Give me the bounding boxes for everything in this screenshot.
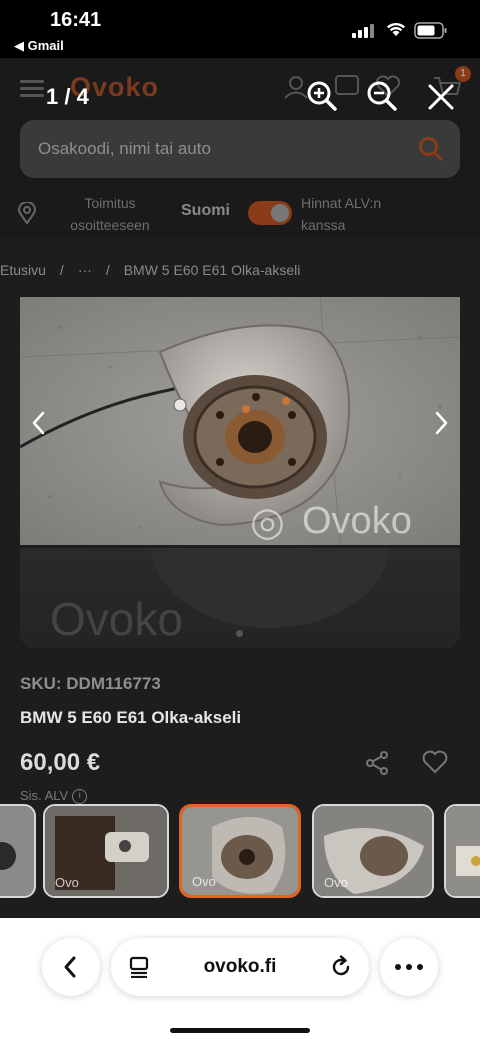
breadcrumb-current: BMW 5 E60 E61 Olka-akseli <box>123 262 301 278</box>
thumbnail[interactable] <box>0 804 36 898</box>
battery-icon <box>414 22 447 39</box>
carousel-dot <box>236 630 243 637</box>
more-options-button[interactable] <box>380 938 438 996</box>
cart-count-badge: 1 <box>455 66 471 82</box>
zoom-out-icon[interactable] <box>366 80 398 112</box>
thumbnail-watermark: Ovo <box>192 874 216 889</box>
breadcrumb-separator: / <box>59 262 64 278</box>
search-icon[interactable] <box>418 136 444 162</box>
breadcrumb: Etusivu / ··· / BMW 5 E60 E61 Olka-akseli <box>0 262 314 278</box>
gallery-main-image[interactable]: ◎ Ovoko <box>20 297 460 545</box>
breadcrumb-separator: / <box>105 262 110 278</box>
zoom-in-icon[interactable] <box>306 80 338 112</box>
thumbnail-strip: Ovo Ovo Ovo <box>0 804 480 900</box>
vat-included-note: Sis. ALV i <box>20 788 88 805</box>
share-icon[interactable] <box>364 750 390 776</box>
breadcrumb-ellipsis[interactable]: ··· <box>78 262 92 278</box>
cellular-signal-icon <box>352 24 374 38</box>
thumbnail-watermark: Ovo <box>324 875 348 890</box>
image-counter: 1 / 4 <box>46 84 89 109</box>
back-to-app-link[interactable]: ◀ Gmail <box>14 38 64 54</box>
wifi-icon <box>387 22 405 36</box>
previous-image-arrow-icon[interactable] <box>30 410 48 436</box>
home-indicator <box>170 1028 310 1033</box>
thumbnail-active[interactable]: Ovo <box>179 804 301 898</box>
product-price: 60,00 € <box>20 749 101 776</box>
search-field[interactable]: Osakoodi, nimi tai auto <box>20 120 460 178</box>
thumbnail[interactable] <box>444 804 480 898</box>
product-sku: SKU: DDM116773 <box>20 674 161 693</box>
thumbnail-watermark: Ovo <box>55 875 79 890</box>
status-bar: 16:41 ◀ Gmail <box>0 0 480 58</box>
watermark-logo-icon: ◎ <box>250 499 285 545</box>
close-icon[interactable] <box>428 84 454 110</box>
thumbnail[interactable]: Ovo <box>43 804 169 898</box>
chevron-left-icon <box>64 956 76 978</box>
brake-disc-photo: ◎ Ovoko <box>20 297 460 545</box>
delivery-label[interactable]: Toimitus osoitteeseen <box>60 192 160 236</box>
location-pin-icon <box>18 202 36 224</box>
favorite-heart-icon[interactable] <box>422 750 448 774</box>
watermark-text: Ovoko <box>302 500 412 542</box>
more-dots-icon <box>395 964 423 970</box>
next-image-arrow-icon[interactable] <box>432 410 450 436</box>
back-button[interactable] <box>42 938 100 996</box>
thumbnail[interactable]: Ovo <box>312 804 434 898</box>
vat-toggle[interactable] <box>248 201 292 225</box>
breadcrumb-home[interactable]: Etusivu <box>0 262 46 278</box>
vat-label: Hinnat ALV:n kanssa <box>301 195 382 233</box>
info-icon[interactable]: i <box>72 789 88 805</box>
reload-icon[interactable] <box>329 955 353 979</box>
watermark-text: Ovoko <box>50 593 183 645</box>
clock: 16:41 <box>50 9 102 31</box>
search-placeholder: Osakoodi, nimi tai auto <box>38 139 211 158</box>
product-title: BMW 5 E60 E61 Olka-akseli <box>20 708 242 727</box>
country-selector[interactable]: Suomi <box>181 202 230 220</box>
address-bar[interactable]: ovoko.fi <box>111 938 369 996</box>
browser-toolbar: ovoko.fi <box>0 918 480 1039</box>
delivery-bar: Toimitus osoitteeseen Suomi Hinnat ALV:n… <box>0 186 480 240</box>
menu-icon[interactable] <box>20 80 44 98</box>
